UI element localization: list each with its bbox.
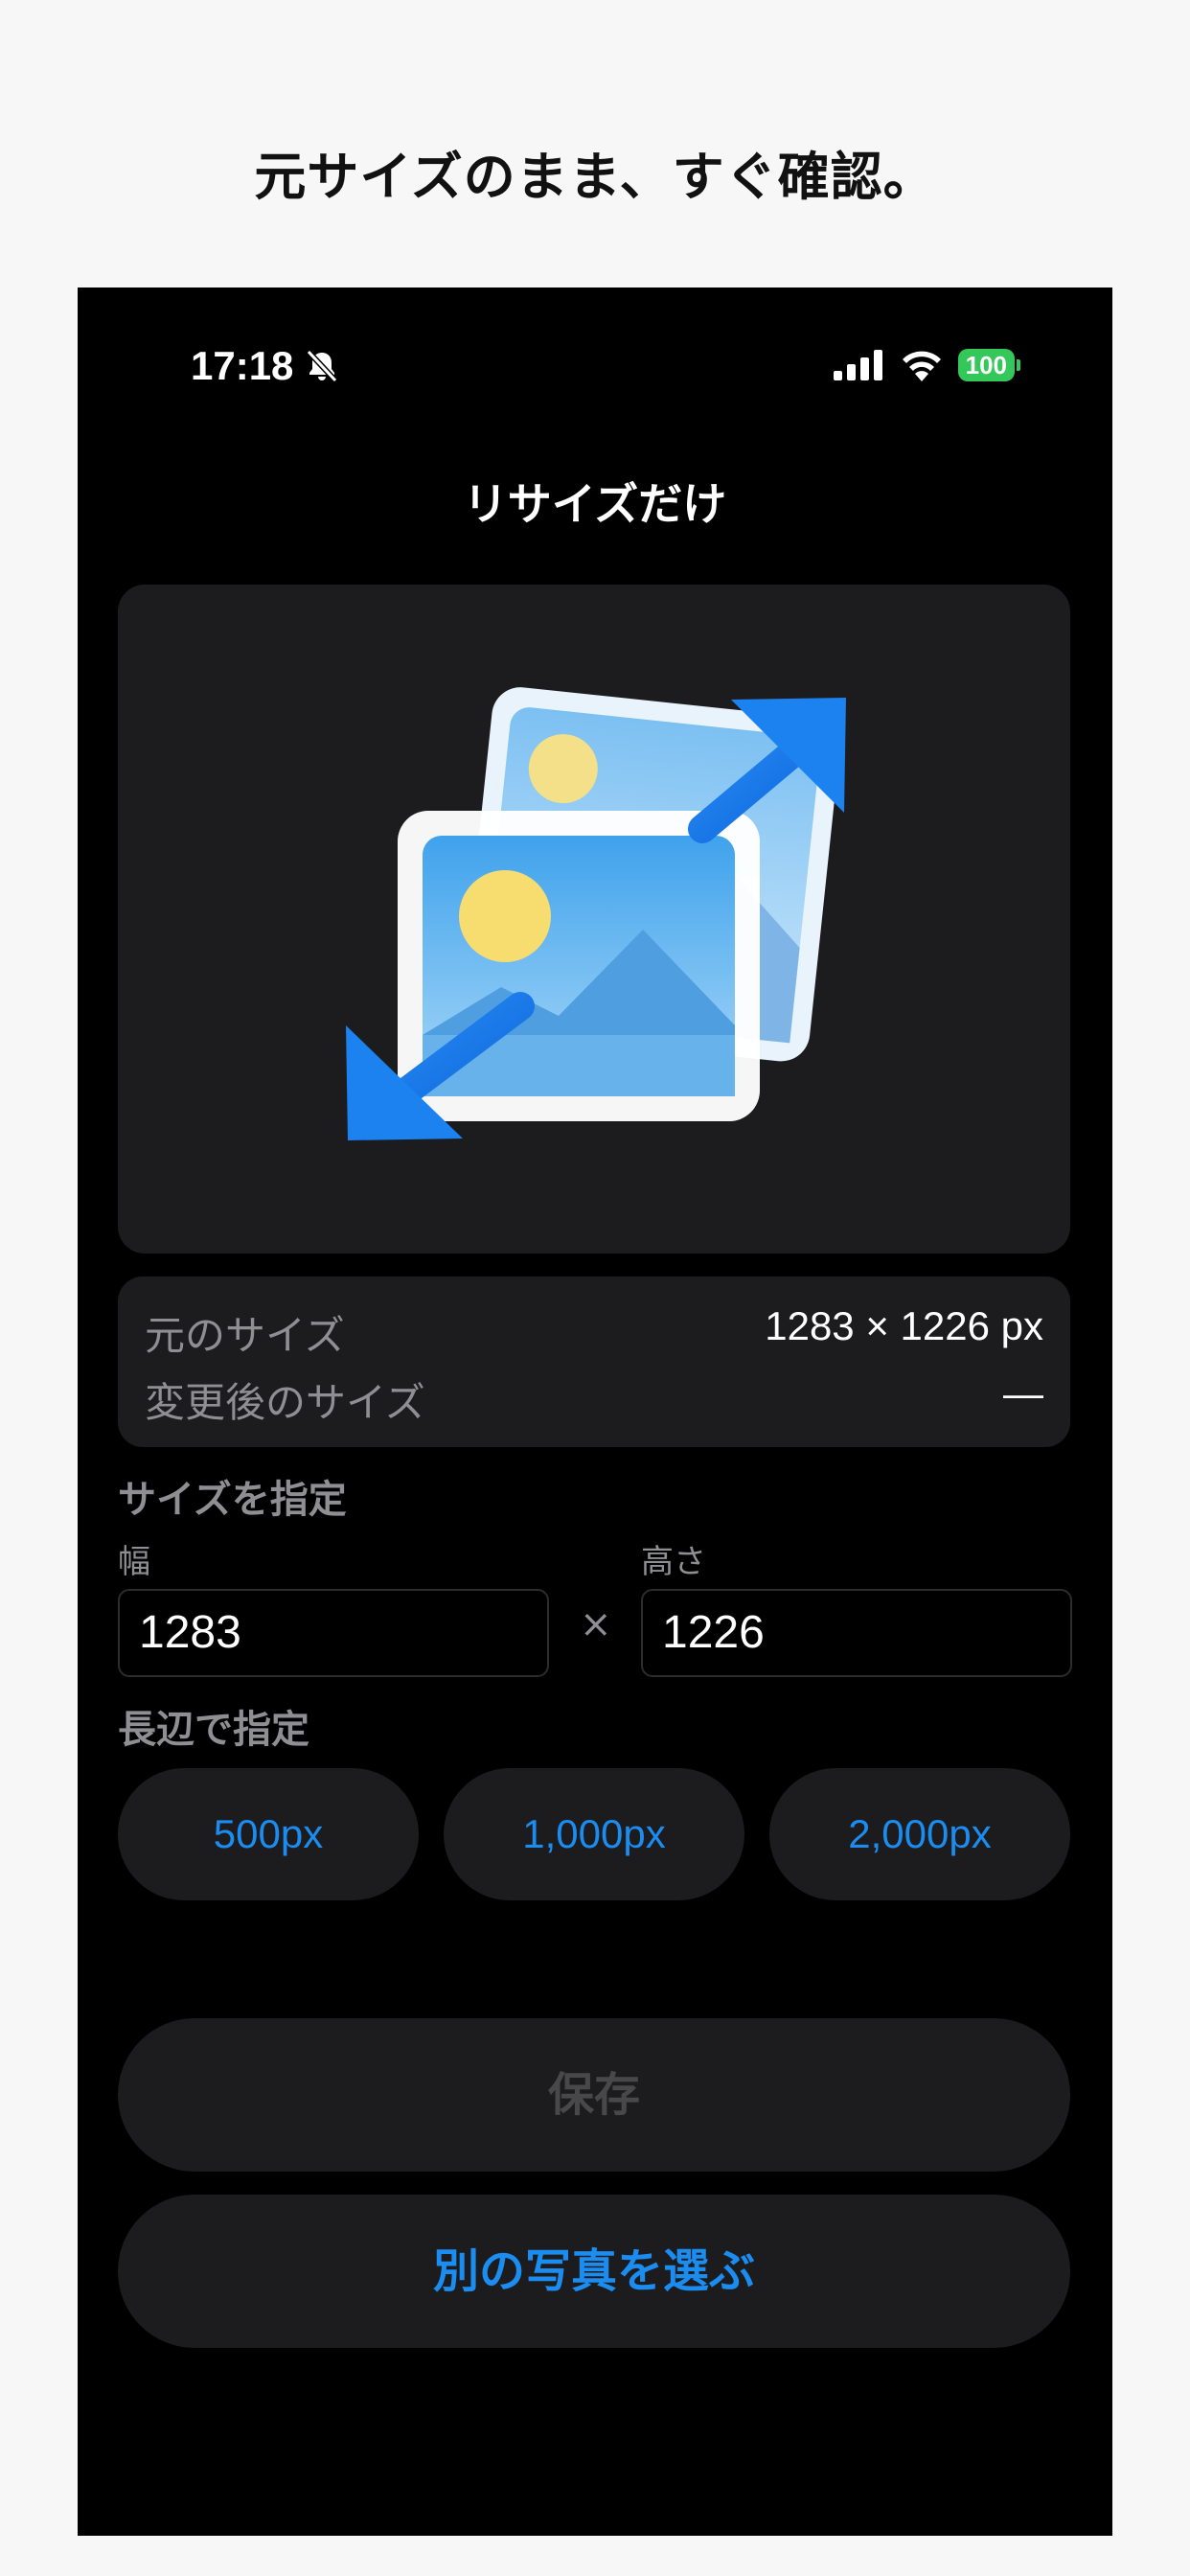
new-size-value: — <box>1003 1370 1043 1415</box>
original-size-label: 元のサイズ <box>145 1312 345 1359</box>
status-time-text: 17:18 <box>191 343 294 388</box>
original-size-row: 元のサイズ 1283 × 1226 px <box>145 1303 1043 1362</box>
image-preview[interactable] <box>118 585 1070 1254</box>
original-size-value: 1283 × 1226 px <box>765 1303 1043 1348</box>
preset-500-button[interactable]: 500px <box>118 1768 419 1900</box>
new-size-row: 変更後のサイズ — <box>145 1370 1043 1429</box>
nav-title: リサイズだけ <box>463 478 727 530</box>
save-button[interactable]: 保存 <box>118 2018 1070 2172</box>
preset-2000-button[interactable]: 2,000px <box>769 1768 1070 1900</box>
status-indicators: 100 <box>833 349 1020 381</box>
long-side-section-title: 長辺で指定 <box>118 1708 309 1752</box>
size-info-card: 元のサイズ 1283 × 1226 px 変更後のサイズ — <box>118 1276 1070 1447</box>
bell-slash-icon <box>307 349 338 383</box>
height-input[interactable]: 1226 <box>641 1589 1072 1677</box>
size-section-title: サイズを指定 <box>118 1478 347 1522</box>
phone-screen: 17:18 100 リサイズだけ 元のサイズ 1283 × 1226 px 変更… <box>78 288 1112 2536</box>
status-time: 17:18 <box>191 343 341 389</box>
height-label: 高さ <box>641 1543 706 1581</box>
resize-photo-illustration <box>346 687 846 1140</box>
battery-tip <box>1017 359 1020 371</box>
wifi-icon <box>902 351 941 381</box>
choose-another-photo-button[interactable]: 別の写真を選ぶ <box>118 2195 1070 2348</box>
battery-icon: 100 <box>957 349 1020 381</box>
width-input[interactable]: 1283 <box>118 1589 549 1677</box>
battery-level: 100 <box>957 349 1015 381</box>
times-sign: × <box>580 1602 612 1646</box>
marketing-caption: 元サイズのまま、すぐ確認。 <box>254 147 936 207</box>
cellular-signal-icon <box>833 350 882 380</box>
new-size-label: 変更後のサイズ <box>145 1379 425 1426</box>
width-label: 幅 <box>118 1543 150 1581</box>
preset-1000-button[interactable]: 1,000px <box>444 1768 744 1900</box>
